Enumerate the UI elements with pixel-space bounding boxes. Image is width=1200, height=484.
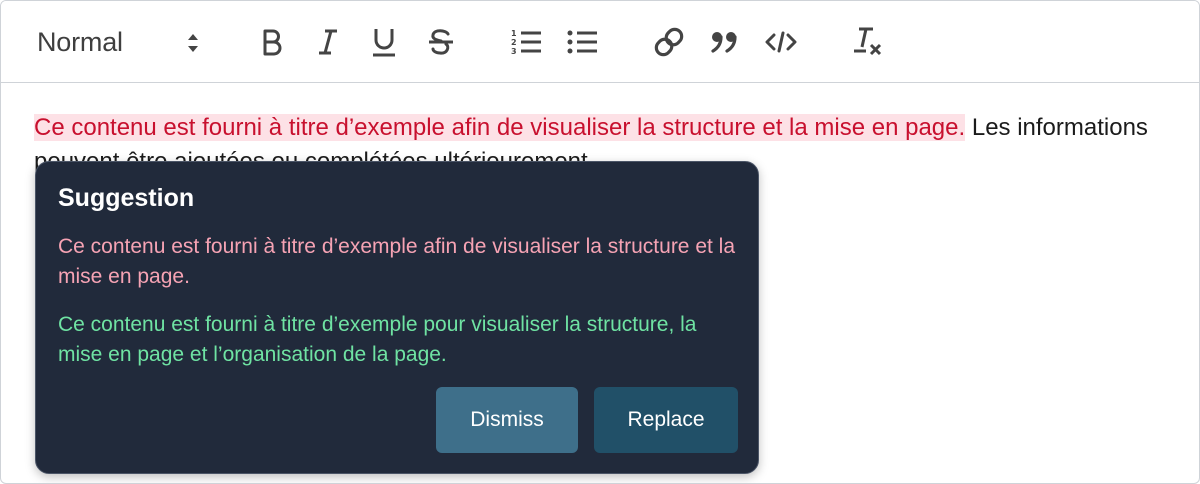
format-select-value: Normal xyxy=(37,26,123,57)
suggested-text: Ce contenu est fourni à titre d’exemple … xyxy=(58,313,697,366)
bold-icon xyxy=(260,28,284,56)
strikethrough-icon xyxy=(427,28,455,56)
italic-button[interactable] xyxy=(312,22,344,62)
strikethrough-button[interactable] xyxy=(424,22,458,62)
rich-text-editor: Normal 1 2 3 Ce contenu est fourni à tit… xyxy=(0,0,1200,484)
bullet-list-icon xyxy=(566,28,598,56)
svg-text:3: 3 xyxy=(511,47,517,56)
ordered-list-icon: 1 2 3 xyxy=(510,27,542,57)
quote-icon xyxy=(711,31,739,53)
clear-format-button[interactable] xyxy=(851,22,885,62)
format-select[interactable]: Normal xyxy=(37,22,207,62)
italic-icon xyxy=(316,28,340,56)
suggestion-popup: Suggestion Ce contenu est fourni à titre… xyxy=(35,161,759,474)
svg-text:1: 1 xyxy=(511,29,517,38)
bold-button[interactable] xyxy=(256,22,288,62)
bullet-list-button[interactable] xyxy=(565,22,599,62)
original-text: Ce contenu est fourni à titre d’exemple … xyxy=(58,235,736,288)
replace-button[interactable]: Replace xyxy=(594,387,738,453)
code-icon xyxy=(765,31,797,53)
clear-format-icon xyxy=(852,26,884,58)
popup-title: Suggestion xyxy=(58,184,195,212)
code-button[interactable] xyxy=(764,22,798,62)
flagged-sentence[interactable]: Ce contenu est fourni à titre d’exemple … xyxy=(34,114,966,141)
underline-button[interactable] xyxy=(368,22,400,62)
link-icon xyxy=(653,26,685,58)
link-button[interactable] xyxy=(652,22,686,62)
underline-icon xyxy=(371,27,397,57)
dismiss-button[interactable]: Dismiss xyxy=(436,387,578,453)
ordered-list-button[interactable]: 1 2 3 xyxy=(509,22,543,62)
editor-toolbar: Normal 1 2 3 xyxy=(1,1,1199,83)
blockquote-button[interactable] xyxy=(709,22,741,62)
select-arrows-icon xyxy=(186,32,200,54)
svg-text:2: 2 xyxy=(511,38,517,47)
